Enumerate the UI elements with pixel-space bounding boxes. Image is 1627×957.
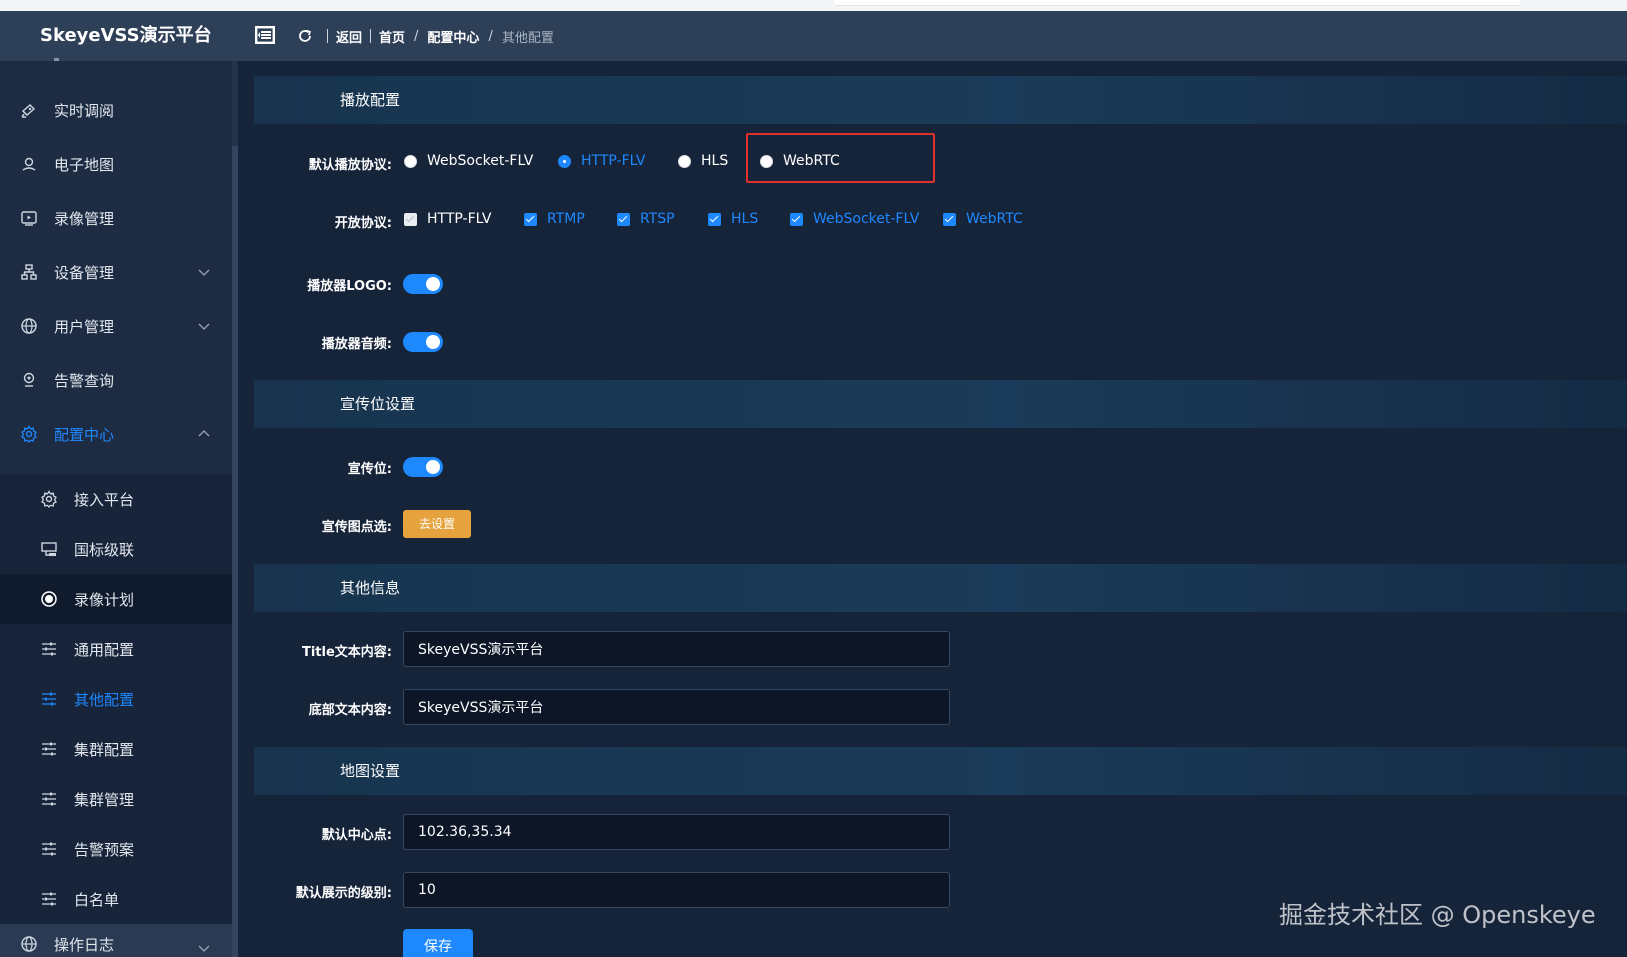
title-text-input[interactable] — [403, 631, 950, 667]
sidebar-sub-label: 集群配置 — [74, 740, 135, 759]
checkbox-webrtc[interactable]: WebRTC — [943, 211, 1023, 227]
ad-position-switch[interactable] — [403, 457, 443, 477]
sidebar-sub-cluster-config[interactable]: 集群配置 — [0, 724, 232, 774]
refresh-icon[interactable] — [297, 28, 313, 44]
map-zoom-label: 默认展示的级别: — [295, 886, 392, 901]
sidebar-item-label: 操作日志 — [54, 935, 115, 954]
checkbox-label: HTTP-FLV — [427, 211, 492, 227]
checkbox-rtsp[interactable]: RTSP — [617, 211, 675, 227]
checkbox-rtmp[interactable]: RTMP — [524, 211, 585, 227]
sliders-icon — [42, 742, 56, 756]
checkbox-hls[interactable]: HLS — [708, 211, 758, 227]
highlight-annotation-box — [746, 133, 935, 183]
ad-image-label: 宣传图点选: — [321, 520, 392, 535]
player-audio-switch[interactable] — [403, 332, 443, 352]
sidebar-item-live-view[interactable]: 实时调阅 — [0, 82, 232, 138]
sidebar-item-operation-log[interactable]: 操作日志 — [0, 924, 232, 957]
gear-icon — [41, 490, 57, 508]
chevron-down-icon — [198, 323, 210, 330]
sidebar-sub-label: 接入平台 — [74, 490, 135, 509]
browser-top-strip — [0, 0, 1627, 11]
map-zoom-input[interactable] — [403, 872, 950, 908]
radio-dot — [558, 154, 571, 168]
sidebar-item-label: 实时调阅 — [54, 101, 115, 120]
player-logo-switch[interactable] — [403, 274, 443, 294]
breadcrumb-slash: / — [414, 28, 419, 44]
section-map-config: 地图设置 — [254, 747, 1627, 795]
radio-dot — [678, 154, 691, 168]
sidebar-item-config-center[interactable]: 配置中心 — [0, 406, 232, 462]
sidebar-sub-label: 录像计划 — [74, 590, 135, 609]
map-center-label: 默认中心点: — [321, 828, 392, 843]
breadcrumb-separator — [327, 29, 328, 43]
radio-hls[interactable]: HLS — [678, 153, 728, 169]
record-plan-icon — [41, 591, 57, 607]
go-set-button[interactable]: 去设置 — [403, 510, 471, 538]
footer-text-input[interactable] — [403, 689, 950, 725]
checkbox-box — [708, 212, 721, 226]
breadcrumb-home[interactable]: 首页 — [379, 27, 405, 46]
sidebar-sub-label: 集群管理 — [74, 790, 135, 809]
map-center-input[interactable] — [403, 814, 950, 850]
checkbox-box — [404, 212, 417, 226]
checkbox-label: RTMP — [547, 211, 585, 227]
gear-icon — [21, 425, 37, 443]
open-protocol-label: 开放协议: — [334, 216, 392, 231]
chevron-down-icon — [198, 945, 210, 952]
sidebar-item-alarms[interactable]: 告警查询 — [0, 352, 232, 408]
breadcrumb-separator — [370, 29, 372, 43]
brand-title: SkeyeVSS演示平台 — [40, 25, 212, 46]
radio-label: HTTP-FLV — [581, 153, 646, 169]
globe-icon — [21, 936, 37, 952]
watermark: 掘金技术社区 @ Openskeye — [1279, 901, 1596, 929]
sidebar-sub-cluster-manage[interactable]: 集群管理 — [0, 774, 232, 824]
checkbox-label: HLS — [731, 211, 759, 227]
breadcrumb-current: 其他配置 — [501, 30, 554, 46]
chevron-up-icon — [198, 430, 210, 437]
sidebar-item-label: 告警查询 — [54, 371, 115, 390]
default-protocol-label: 默认播放协议: — [308, 158, 392, 173]
sidebar-item-label: 配置中心 — [54, 425, 115, 444]
radio-http-flv[interactable]: HTTP-FLV — [558, 153, 645, 169]
menu-toggle-icon[interactable] — [255, 26, 275, 44]
title-text-label: Title文本内容: — [301, 645, 392, 660]
checkbox-websocket-flv[interactable]: WebSocket-FLV — [790, 211, 919, 227]
footer-text-label: 底部文本内容: — [308, 703, 392, 718]
app-header: SkeyeVSS演示平台 返回 首页 / 配置中心 / 其他配置 — [0, 11, 1627, 61]
section-ad-config: 宣传位设置 — [254, 380, 1627, 428]
radio-label: WebSocket-FLV — [427, 153, 534, 169]
breadcrumb: 返回 首页 / 配置中心 / 其他配置 — [297, 11, 554, 61]
sidebar-sub-label: 国标级联 — [74, 540, 135, 559]
sidebar-sub-record-plan[interactable]: 录像计划 — [0, 574, 232, 624]
breadcrumb-config-center[interactable]: 配置中心 — [427, 27, 479, 46]
save-button[interactable]: 保存 — [403, 929, 473, 957]
checkbox-box — [617, 212, 630, 226]
sliders-icon — [42, 792, 56, 806]
cascade-icon — [41, 542, 57, 556]
section-play-config: 播放配置 — [254, 76, 1627, 124]
back-link[interactable]: 返回 — [336, 27, 362, 46]
player-audio-label: 播放器音频: — [321, 337, 392, 352]
ad-position-label: 宣传位: — [347, 462, 392, 477]
checkbox-label: WebSocket-FLV — [813, 211, 920, 227]
browser-top-bar — [835, 0, 1520, 6]
radio-websocket-flv[interactable]: WebSocket-FLV — [404, 153, 533, 169]
checkbox-label: RTSP — [640, 211, 675, 227]
player-logo-label: 播放器LOGO: — [307, 279, 392, 294]
breadcrumb-slash: / — [488, 28, 493, 44]
alarm-icon — [23, 372, 35, 387]
radio-label: HLS — [701, 153, 729, 169]
checkbox-label: WebRTC — [966, 211, 1023, 227]
checkbox-http-flv[interactable]: HTTP-FLV — [404, 211, 491, 227]
sidebar-scroll-remnant — [54, 58, 59, 61]
section-other-info: 其他信息 — [254, 564, 1627, 612]
video-camera-icon — [21, 104, 36, 118]
checkbox-box — [790, 212, 803, 226]
radio-dot — [404, 154, 417, 168]
checkbox-box — [524, 212, 537, 226]
checkbox-box — [943, 212, 956, 226]
